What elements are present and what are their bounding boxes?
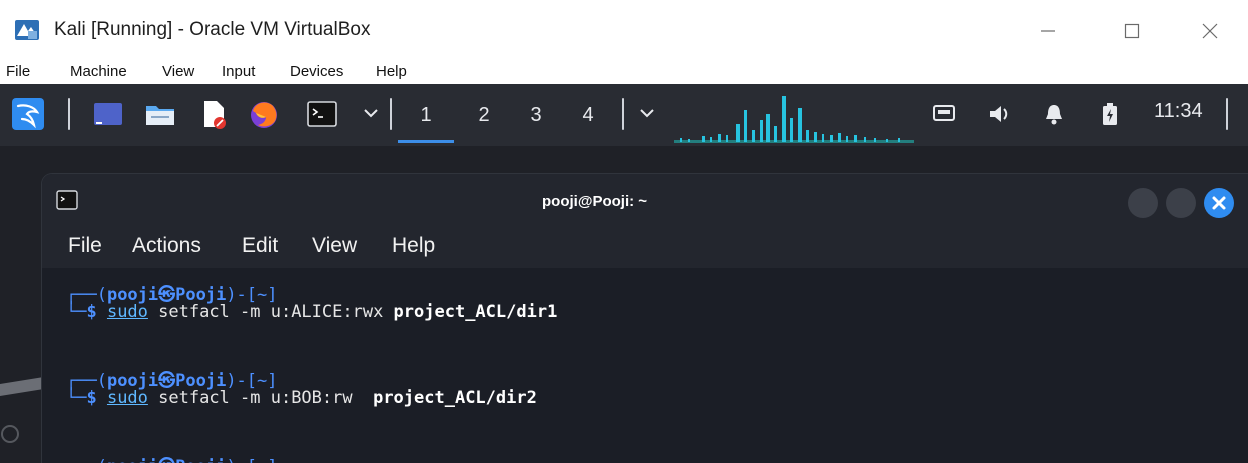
firefox-launcher[interactable]: [246, 96, 282, 132]
prompt-dir: )-[~]: [226, 457, 277, 463]
workspace-3[interactable]: 3: [516, 98, 556, 132]
terminal-close-button[interactable]: [1204, 188, 1234, 218]
network-tray[interactable]: [930, 100, 958, 128]
command-name: sudo: [106, 302, 148, 322]
panel-clock[interactable]: 11:34: [1154, 100, 1203, 123]
menu-help[interactable]: Help: [376, 63, 407, 80]
prompt-line: ┌──(pooji㉿Pooji)-[~]: [66, 452, 278, 463]
maximize-icon: [1124, 23, 1140, 39]
show-desktop-button[interactable]: [90, 96, 126, 132]
terminal-menu-view[interactable]: View: [312, 234, 357, 258]
kali-top-panel: 1 2 3 4 11:34: [0, 84, 1248, 146]
vbox-menu-bar: File Machine View Input Devices Help: [0, 62, 1248, 84]
panel-separator: [1226, 98, 1228, 130]
prompt-frame: ┌──(: [66, 457, 107, 463]
file-manager-launcher[interactable]: [142, 96, 178, 132]
close-icon: [1212, 196, 1226, 210]
close-button[interactable]: [1182, 12, 1238, 50]
workspace-2[interactable]: 2: [464, 98, 504, 132]
terminal-menu-actions[interactable]: Actions: [132, 234, 201, 258]
minimize-button[interactable]: [1020, 12, 1076, 50]
terminal-title-bar: pooji@Pooji: ~: [42, 174, 1248, 232]
volume-icon: [990, 106, 1008, 122]
vbox-title-bar: Kali [Running] - Oracle VM VirtualBox: [0, 0, 1248, 62]
terminal-menu-file[interactable]: File: [68, 234, 102, 258]
menu-file[interactable]: File: [6, 63, 30, 80]
battery-icon: [1103, 103, 1117, 125]
terminal-icon: [307, 101, 337, 127]
text-editor-icon: [204, 101, 226, 129]
close-icon: [1202, 23, 1218, 39]
terminal-menu-edit[interactable]: Edit: [242, 234, 278, 258]
command-args: setfacl -m u:ALICE:rwx: [147, 302, 394, 322]
command-line: └─$ sudo setfacl -m u:ALICE:rwx project_…: [66, 302, 557, 322]
panel-separator: [68, 98, 70, 130]
bell-icon: [1046, 105, 1062, 125]
text-editor-launcher[interactable]: [196, 96, 232, 132]
window-title: Kali [Running] - Oracle VM VirtualBox: [54, 19, 371, 40]
workspace-1[interactable]: 1: [406, 98, 446, 132]
chevron-down-icon[interactable]: [636, 102, 658, 124]
guest-display: 1 2 3 4 11:34 pooji@Pooji: ~ File Action…: [0, 84, 1248, 463]
terminal-menu-help[interactable]: Help: [392, 234, 435, 258]
desktop-icon: [94, 103, 122, 125]
network-icon: [933, 105, 955, 121]
notifications-tray[interactable]: [1040, 100, 1068, 128]
terminal-window: pooji@Pooji: ~ File Actions Edit View He…: [42, 174, 1248, 463]
active-workspace-indicator: [398, 140, 454, 143]
workspace-4[interactable]: 4: [568, 98, 608, 132]
kali-dragon-icon: [12, 98, 44, 130]
terminal-maximize-button[interactable]: [1166, 188, 1196, 218]
command-line: └─$ sudo setfacl -m u:BOB:rw project_ACL…: [66, 388, 537, 408]
volume-tray[interactable]: [986, 100, 1014, 128]
terminal-output[interactable]: ┌──(pooji㉿Pooji)-[~] └─$ sudo setfacl -m…: [42, 268, 1248, 463]
prompt-user-host: pooji㉿Pooji: [107, 457, 226, 463]
menu-machine[interactable]: Machine: [70, 63, 127, 80]
prompt-arrow: └─$: [66, 388, 107, 408]
command-target: project_ACL/dir1: [393, 302, 558, 322]
kali-menu-button[interactable]: [10, 96, 46, 132]
panel-separator: [390, 98, 392, 130]
terminal-minimize-button[interactable]: [1128, 188, 1158, 218]
command-target: project_ACL/dir2: [373, 388, 537, 408]
menu-devices[interactable]: Devices: [290, 63, 343, 80]
prompt-arrow: └─$: [66, 302, 107, 322]
minimize-icon: [1041, 30, 1055, 32]
command-name: sudo: [106, 388, 148, 408]
terminal-title: pooji@Pooji: ~: [542, 193, 648, 210]
power-tray[interactable]: [1096, 100, 1124, 128]
panel-separator: [622, 98, 624, 130]
virtualbox-app-icon: [15, 20, 39, 40]
menu-view[interactable]: View: [162, 63, 194, 80]
command-args: setfacl -m u:BOB:rw: [147, 388, 374, 408]
cpu-usage-graph: [674, 96, 914, 143]
maximize-button[interactable]: [1104, 12, 1160, 50]
folder-icon: [146, 106, 174, 125]
firefox-icon: [251, 102, 277, 128]
chevron-down-icon[interactable]: [360, 102, 382, 124]
terminal-window-icon: [56, 190, 78, 210]
terminal-launcher[interactable]: [304, 96, 340, 132]
terminal-menu-bar: File Actions Edit View Help: [42, 232, 1248, 268]
menu-input[interactable]: Input: [222, 63, 255, 80]
